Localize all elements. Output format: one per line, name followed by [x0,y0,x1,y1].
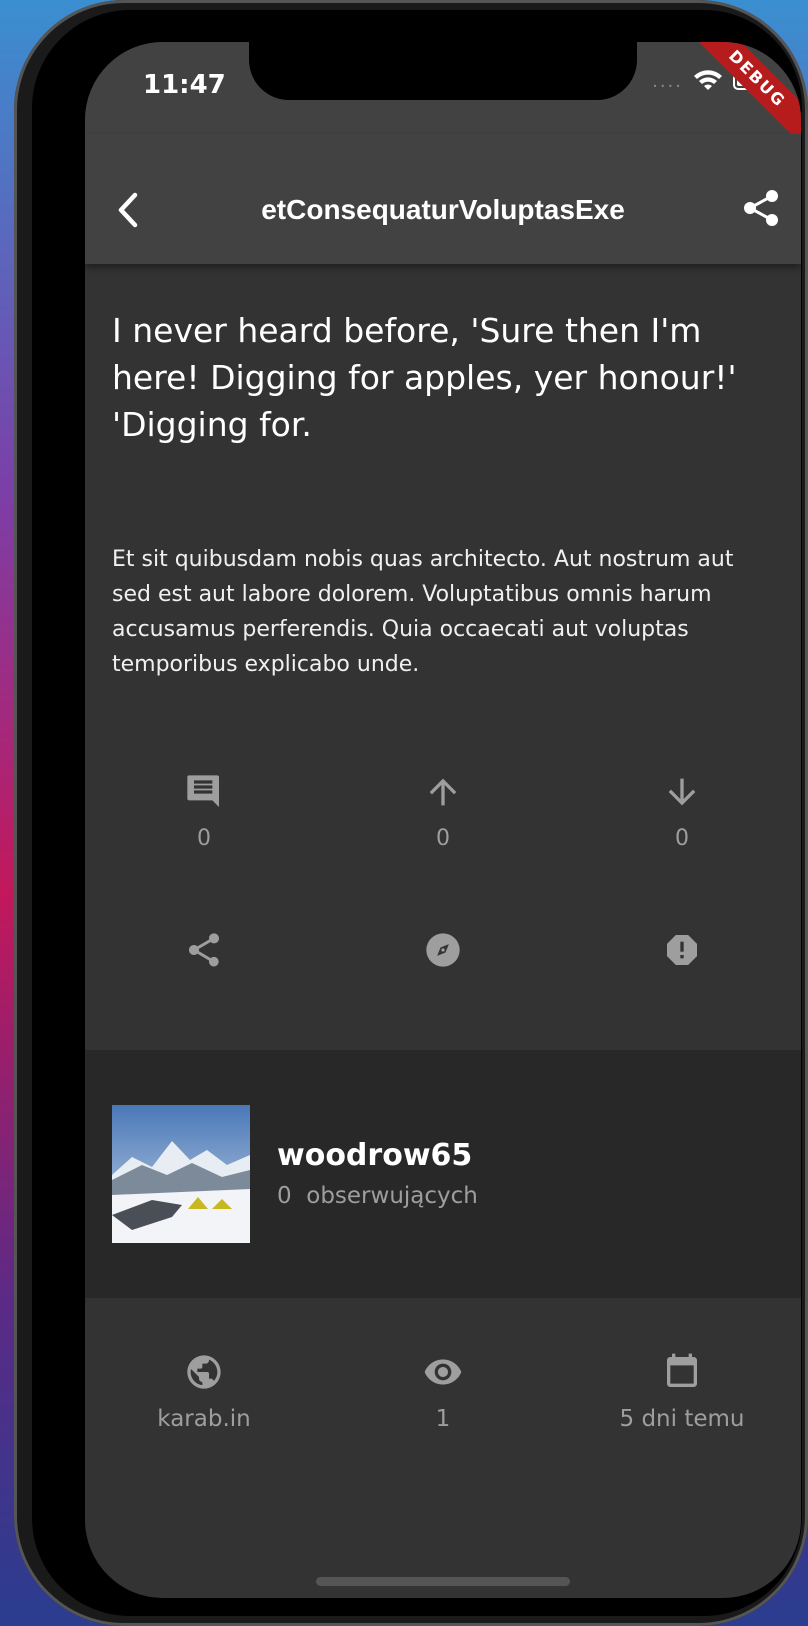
globe-icon [187,1355,221,1389]
author-username[interactable]: woodrow65 [277,1138,472,1173]
arrow-up-icon [429,778,457,806]
post-headline: I never heard before, 'Sure then I'm her… [112,311,737,444]
share-post-button[interactable] [85,930,323,970]
arrow-down-icon [668,778,696,806]
author-panel[interactable]: woodrow65 0 obserwujących [85,1050,801,1298]
explore-button[interactable] [324,930,562,970]
page-title: etConsequaturVoluptasExe [261,194,625,225]
report-button[interactable] [563,930,801,970]
post-meta: karab.in 1 5 dni temu [85,1352,801,1432]
post-body: Et sit quibusdam nobis quas architecto. … [112,547,734,677]
home-indicator[interactable] [316,1577,570,1586]
cellular-signal-icon: .... [652,70,683,92]
report-icon [667,935,697,965]
calendar-icon [667,1353,697,1387]
vote-row: 0 0 0 [85,772,801,851]
compass-icon [426,933,460,967]
views-label: 1 [435,1406,451,1432]
date-item: 5 dni temu [563,1352,801,1432]
phone-frame: 11:47 .... DEBUG etConsequaturVoluptasEx… [14,0,808,1626]
comment-icon [187,775,219,807]
phone-bezel: 11:47 .... DEBUG etConsequaturVoluptasEx… [32,10,802,1616]
comments-button[interactable]: 0 [85,772,323,851]
comment-count: 0 [197,826,211,851]
date-label: 5 dni temu [619,1406,745,1432]
upvote-count: 0 [436,826,450,851]
app-screen: 11:47 .... DEBUG etConsequaturVoluptasEx… [85,42,801,1598]
views-item: 1 [324,1352,562,1432]
source-label: karab.in [157,1406,251,1432]
wifi-icon [694,70,722,90]
share-icon [189,933,219,967]
app-bar: etConsequaturVoluptasExe [85,134,801,264]
upvote-button[interactable]: 0 [324,772,562,851]
eye-icon [424,1359,462,1385]
status-bar: 11:47 .... DEBUG [85,42,801,154]
avatar[interactable] [112,1105,250,1243]
downvote-count: 0 [675,826,689,851]
source-item[interactable]: karab.in [85,1352,323,1432]
post-actions: 0 0 0 [85,772,801,967]
back-arrow-icon[interactable] [109,190,149,230]
utility-row [85,930,801,970]
notch [249,42,637,100]
status-time: 11:47 [143,70,226,100]
downvote-button[interactable]: 0 [563,772,801,851]
avatar-mountain-image [112,1105,250,1243]
follower-count: 0 obserwujących [277,1183,478,1209]
share-icon[interactable] [741,188,781,228]
